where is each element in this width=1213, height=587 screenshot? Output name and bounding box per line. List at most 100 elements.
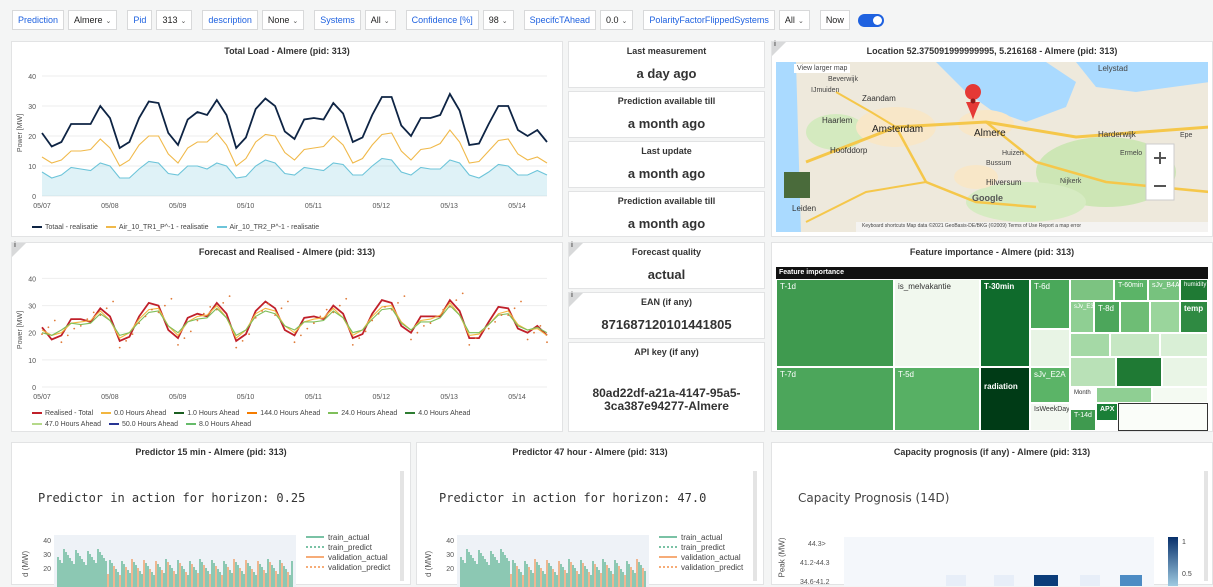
y-tick-label: 20 <box>28 331 36 338</box>
data-point <box>60 341 63 344</box>
treemap-cell[interactable]: sJv_E3C <box>1070 301 1094 333</box>
treemap-cell[interactable]: T-1d <box>776 279 894 367</box>
data-point <box>66 334 69 337</box>
treemap-cell[interactable]: T-8d <box>1094 301 1120 333</box>
treemap-cell-small[interactable] <box>1070 279 1114 301</box>
predictor-47h-chart[interactable]: d (MW) 40 30 20 train_actualtrain_predictval… <box>421 527 751 587</box>
data-point <box>377 312 380 315</box>
legend-swatch <box>247 412 258 415</box>
scrollbar[interactable] <box>400 471 404 581</box>
treemap-cell-small[interactable] <box>1152 387 1208 403</box>
systems-label: Systems <box>314 10 361 30</box>
heatmap-cell[interactable] <box>1034 575 1058 586</box>
map-label: Bussum <box>986 160 1012 167</box>
map-attribution[interactable]: Keyboard shortcuts Map data ©2021 GeoBas… <box>862 223 1081 229</box>
heatmap-cell[interactable] <box>994 575 1014 586</box>
capacity-row-label: 41.2-44.3 <box>800 560 830 567</box>
specifictahead-value: 0.0 <box>605 15 619 25</box>
pid-select[interactable]: 313 ⌄ <box>156 10 193 30</box>
treemap-cell[interactable]: radiation <box>980 367 1030 431</box>
zoom-in-button[interactable] <box>1146 144 1174 172</box>
map-label: Leiden <box>792 204 817 213</box>
treemap-cell[interactable]: T-7d <box>776 367 894 431</box>
treemap-cell[interactable]: T-60min <box>1114 279 1148 301</box>
data-point <box>177 344 179 346</box>
treemap-cell[interactable]: sJv_B4A <box>1148 279 1180 301</box>
treemap-cell[interactable]: sJv_E2A <box>1030 367 1070 403</box>
map-label: Zaandam <box>862 94 896 103</box>
data-point <box>364 330 367 333</box>
data-point <box>248 333 251 335</box>
data-point <box>157 311 160 314</box>
data-point <box>73 327 76 330</box>
treemap-cell[interactable]: temp <box>1180 301 1208 333</box>
data-point <box>41 333 43 335</box>
scrollbar[interactable] <box>1204 471 1208 581</box>
x-tick-label: 05/10 <box>237 394 255 401</box>
treemap-cell-small[interactable] <box>1070 357 1116 387</box>
map-label[interactable]: View larger map <box>794 64 851 73</box>
prediction-available-panel: Prediction available till a month ago <box>568 91 765 138</box>
treemap-cell-small[interactable] <box>1116 357 1162 387</box>
treemap-cell[interactable]: humidity <box>1180 279 1208 301</box>
treemap-cell[interactable]: is_melvakantie <box>894 279 980 367</box>
treemap-cell[interactable]: APX <box>1096 403 1118 421</box>
legend-item: 24.0 Hours Ahead <box>341 410 398 417</box>
treemap-cell[interactable]: IsWeekDay <box>1030 403 1070 431</box>
y-axis-label: Power [MW] <box>17 311 24 349</box>
prediction-select[interactable]: Almere ⌄ <box>68 10 118 30</box>
treemap-cell-small[interactable] <box>1150 301 1180 333</box>
data-point <box>267 303 270 306</box>
treemap[interactable]: T-1d is_melvakantie T-30min T-6d T-7d T-… <box>776 279 1208 431</box>
treemap-cell-small[interactable] <box>1110 333 1160 357</box>
systems-select[interactable]: All ⌄ <box>364 10 396 30</box>
forecast-chart[interactable]: 0 10 20 30 40 05/07 05/08 05/09 05/10 05/11 05/12 0… <box>12 259 564 409</box>
treemap-cell-small[interactable] <box>1120 301 1150 333</box>
treemap-cell[interactable]: T-14d <box>1070 409 1096 431</box>
data-point <box>235 346 238 349</box>
treemap-cell-small[interactable] <box>1118 403 1208 431</box>
heatmap-cell[interactable] <box>1120 575 1142 586</box>
legend-label: validation_predict <box>681 563 744 572</box>
description-select[interactable]: None ⌄ <box>261 10 305 30</box>
data-point <box>112 300 114 303</box>
stat-value: a month ago <box>627 116 706 131</box>
map-view[interactable]: View larger map Beverwijk IJmuiden Zaand… <box>776 62 1208 232</box>
polarity-select[interactable]: All ⌄ <box>778 10 810 30</box>
heatmap-cell[interactable] <box>1080 575 1100 586</box>
data-point <box>53 319 56 322</box>
data-point <box>500 314 503 316</box>
location-panel: i Location 52.375091999999995, 5.216168 … <box>771 41 1213 237</box>
treemap-cell-small[interactable] <box>1070 333 1110 357</box>
predictor-heading: Predictor in action for horizon: 47.0 <box>439 491 707 505</box>
treemap-cell[interactable]: T-30min <box>980 279 1030 367</box>
treemap-cell-small[interactable] <box>1162 357 1208 387</box>
now-label: Now <box>819 10 850 30</box>
chevron-down-icon: ⌄ <box>621 18 628 25</box>
treemap-cell-small[interactable] <box>1096 387 1152 403</box>
data-point <box>287 300 289 303</box>
scrollbar[interactable] <box>753 471 757 581</box>
map-label: Huizen <box>1002 150 1024 157</box>
api-key-line2: 3ca387e94277-Almere <box>604 399 729 413</box>
total-load-chart[interactable]: 0 10 20 30 40 05/07 05/08 05/09 05/10 05/11 05/12 0… <box>12 58 564 234</box>
x-tick-label: 05/08 <box>101 203 119 210</box>
confidence-select[interactable]: 98 ⌄ <box>482 10 514 30</box>
now-toggle[interactable] <box>857 13 884 27</box>
data-point <box>306 327 309 330</box>
treemap-cell-small[interactable] <box>1160 333 1208 357</box>
heatmap-cell[interactable] <box>946 575 966 586</box>
treemap-cell[interactable]: Month <box>1070 387 1096 409</box>
capacity-heatmap[interactable] <box>844 537 1154 586</box>
data-point <box>533 331 535 334</box>
y-axis-label: d (MW) <box>424 550 433 577</box>
prediction-value: Almere <box>74 15 103 25</box>
legend-label: validation_actual <box>681 553 741 562</box>
zoom-out-button[interactable] <box>1146 172 1174 200</box>
predictor-15min-chart[interactable]: d (MW) 40 30 20 train_actualtrain_predictval… <box>18 527 398 587</box>
specifictahead-select[interactable]: 0.0 ⌄ <box>599 10 634 30</box>
panel-title: Last update <box>641 146 692 156</box>
treemap-cell[interactable]: T-5d <box>894 367 980 431</box>
treemap-cell-small[interactable] <box>1030 329 1070 367</box>
treemap-cell[interactable]: T-6d <box>1030 279 1070 329</box>
